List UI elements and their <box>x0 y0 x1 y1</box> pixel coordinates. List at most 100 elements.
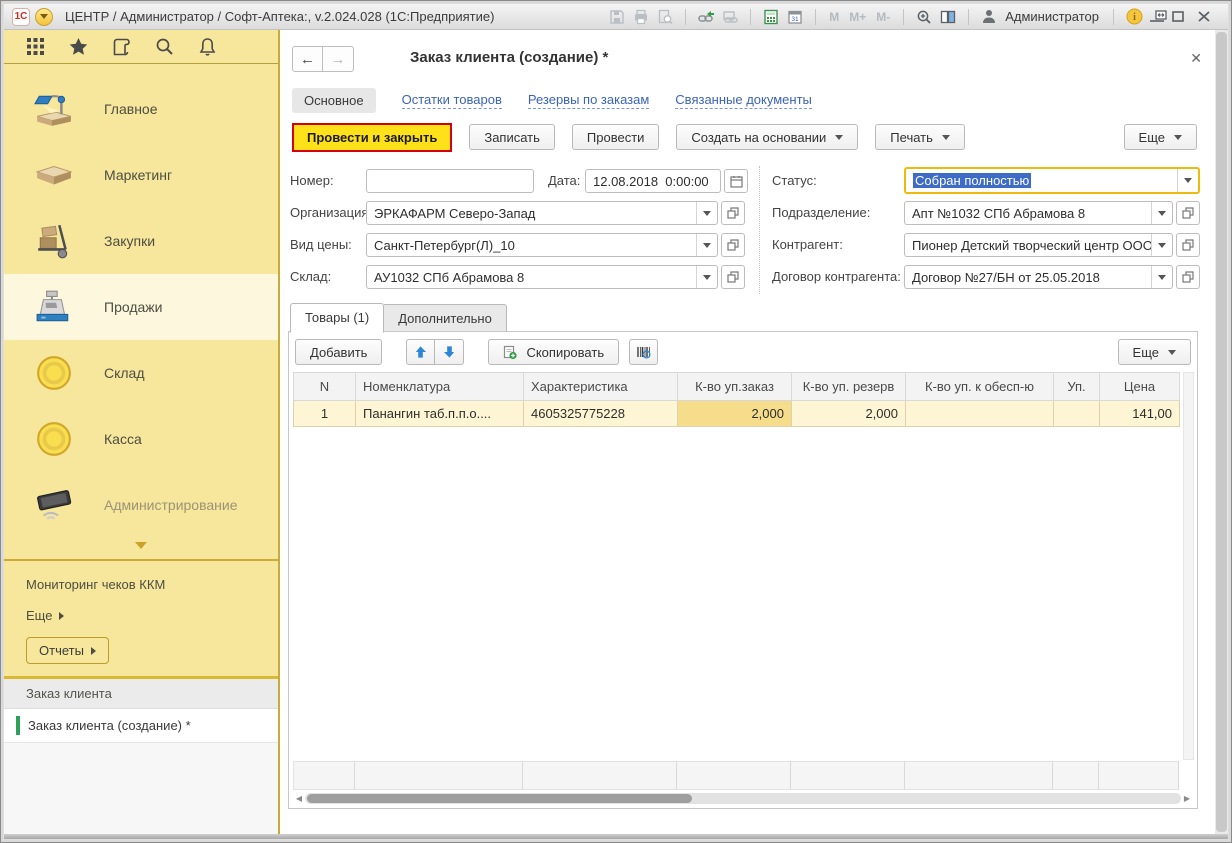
cell-kharakteristika[interactable]: 4605325775228 <box>524 401 678 427</box>
counterparty-combo[interactable]: Пионер Детский творческий центр ООО <box>904 233 1173 257</box>
price-type-open-button[interactable] <box>721 233 745 257</box>
move-up-button[interactable] <box>406 339 435 365</box>
number-input[interactable] <box>366 169 534 193</box>
dock-window-icon[interactable] <box>1148 7 1168 27</box>
sidebar-item-marketing[interactable]: Маркетинг <box>4 142 278 208</box>
maximize-icon[interactable] <box>1172 11 1194 22</box>
tab-osnovnoe[interactable]: Основное <box>292 88 376 113</box>
dropdown-button[interactable] <box>1151 266 1172 288</box>
menu-grid-icon[interactable] <box>24 36 46 58</box>
post-and-close-button[interactable]: Провести и закрыть <box>292 123 452 152</box>
form-vertical-scrollbar[interactable] <box>1215 30 1228 834</box>
add-link-icon[interactable] <box>696 7 716 27</box>
sidebar-item-sklad[interactable]: Склад <box>4 340 278 406</box>
col-kharakteristika[interactable]: Характеристика <box>524 373 678 401</box>
split-window-icon[interactable] <box>938 7 958 27</box>
tab-dopolnitelno[interactable]: Дополнительно <box>384 304 507 333</box>
info-icon[interactable]: i <box>1124 7 1144 27</box>
warehouse-open-button[interactable] <box>721 265 745 289</box>
contract-combo[interactable]: Договор №27/БН от 25.05.2018 <box>904 265 1173 289</box>
print-icon[interactable] <box>631 7 651 27</box>
department-open-button[interactable] <box>1176 201 1200 225</box>
dropdown-button[interactable] <box>696 234 717 256</box>
print-preview-icon[interactable] <box>655 7 675 27</box>
cell-kvo-zakaz[interactable]: 2,000 <box>678 401 792 427</box>
search-icon[interactable] <box>153 36 175 58</box>
cell-n[interactable]: 1 <box>294 401 356 427</box>
memory-button[interactable]: M <box>826 10 842 24</box>
col-tsena[interactable]: Цена <box>1100 373 1180 401</box>
scroll-right-arrow-icon[interactable]: ▶ <box>1181 792 1193 805</box>
calendar-icon[interactable]: 31 <box>785 7 805 27</box>
move-down-button[interactable] <box>435 339 464 365</box>
date-input[interactable]: 12.08.2018 0:00:00 <box>585 169 721 193</box>
close-form-icon[interactable]: ✕ <box>1190 50 1202 67</box>
items-more-button[interactable]: Еще <box>1118 339 1191 365</box>
get-link-icon[interactable] <box>720 7 740 27</box>
sidebar-item-administrirovanie[interactable]: Администрирование <box>4 472 278 538</box>
price-type-combo[interactable]: Санкт-Петербург(Л)_10 <box>366 233 718 257</box>
sidebar-item-zakupki[interactable]: Закупки <box>4 208 278 274</box>
more-commands-button[interactable]: Еще <box>1124 124 1197 150</box>
status-combo[interactable]: Собран полностью <box>904 167 1200 194</box>
add-row-button[interactable]: Добавить <box>295 339 382 365</box>
copy-row-button[interactable]: Скопировать <box>488 339 619 365</box>
favorites-star-icon[interactable] <box>67 36 89 58</box>
table-vertical-scrollbar[interactable] <box>1183 372 1194 760</box>
windows-group-header[interactable]: Заказ клиента <box>4 679 278 709</box>
memory-plus-button[interactable]: M+ <box>846 10 869 24</box>
cell-up[interactable] <box>1054 401 1100 427</box>
warehouse-combo[interactable]: АУ1032 СПб Абрамова 8 <box>366 265 718 289</box>
scrollbar-thumb[interactable] <box>307 794 692 803</box>
table-horizontal-scrollbar[interactable]: ◀ ▶ <box>293 792 1193 805</box>
organization-open-button[interactable] <box>721 201 745 225</box>
contract-open-button[interactable] <box>1176 265 1200 289</box>
open-window-item[interactable]: Заказ клиента (создание) * <box>4 709 278 743</box>
tab-tovary[interactable]: Товары (1) <box>290 303 384 333</box>
cell-kvo-obespechenie[interactable] <box>906 401 1054 427</box>
close-icon[interactable] <box>1198 11 1220 22</box>
post-button[interactable]: Провести <box>572 124 660 150</box>
tab-ostatki-tovarov[interactable]: Остатки товаров <box>402 92 502 109</box>
print-button[interactable]: Печать <box>875 124 965 150</box>
date-calendar-button[interactable] <box>724 169 748 193</box>
col-up[interactable]: Уп. <box>1054 373 1100 401</box>
sidebar-item-kassa[interactable]: Касса <box>4 406 278 472</box>
cell-kvo-rezerv[interactable]: 2,000 <box>792 401 906 427</box>
cell-tsena[interactable]: 141,00 <box>1100 401 1180 427</box>
write-button[interactable]: Записать <box>469 124 555 150</box>
dropdown-button[interactable] <box>696 266 717 288</box>
notifications-bell-icon[interactable] <box>196 36 218 58</box>
col-nomenklatura[interactable]: Номенклатура <box>356 373 524 401</box>
col-kvo-zakaz[interactable]: К-во уп.заказ <box>678 373 792 401</box>
scrollbar-track[interactable] <box>305 793 1181 804</box>
dropdown-button[interactable] <box>1151 202 1172 224</box>
scrollbar-thumb[interactable] <box>1216 32 1227 832</box>
sidebar-item-glavnoe[interactable]: Главное <box>4 76 278 142</box>
dropdown-button[interactable] <box>1151 234 1172 256</box>
main-menu-button[interactable] <box>35 8 53 26</box>
table-row[interactable]: 1 Панангин таб.п.п.о.... 4605325775228 2… <box>294 401 1180 427</box>
forward-button[interactable]: → <box>323 46 354 72</box>
col-kvo-obespechenie[interactable]: К-во уп. к обесп-ю <box>906 373 1054 401</box>
organization-combo[interactable]: ЭРКАФАРМ Северо-Запад <box>366 201 718 225</box>
save-icon[interactable] <box>607 7 627 27</box>
sidebar-item-prodazhi[interactable]: Продажи <box>4 274 278 340</box>
scroll-left-arrow-icon[interactable]: ◀ <box>293 792 305 805</box>
tab-svyazannye-dokumenty[interactable]: Связанные документы <box>675 92 812 109</box>
reports-button[interactable]: Отчеты <box>26 637 109 664</box>
history-icon[interactable] <box>110 36 132 58</box>
sidebar-more-link[interactable]: Еще <box>26 608 278 623</box>
department-combo[interactable]: Апт №1032 СПб Абрамова 8 <box>904 201 1173 225</box>
create-based-on-button[interactable]: Создать на основании <box>676 124 858 150</box>
dropdown-button[interactable] <box>696 202 717 224</box>
back-button[interactable]: ← <box>292 46 323 72</box>
calculator-icon[interactable] <box>761 7 781 27</box>
sections-collapse-chevron[interactable] <box>4 538 278 549</box>
col-kvo-rezerv[interactable]: К-во уп. резерв <box>792 373 906 401</box>
col-n[interactable]: N <box>294 373 356 401</box>
current-user-label[interactable]: Администратор <box>1005 9 1099 24</box>
monitoring-link[interactable]: Мониторинг чеков ККМ <box>26 577 278 592</box>
memory-minus-button[interactable]: M- <box>873 10 893 24</box>
counterparty-open-button[interactable] <box>1176 233 1200 257</box>
